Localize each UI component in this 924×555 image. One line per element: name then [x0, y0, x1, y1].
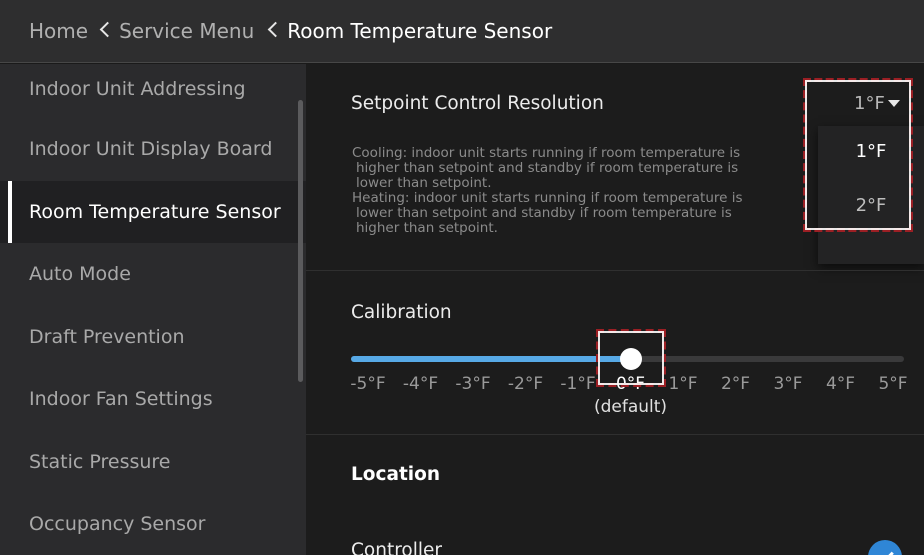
setpoint-title: Setpoint Control Resolution: [351, 93, 604, 114]
breadcrumb-current-page: Room Temperature Sensor: [287, 19, 553, 43]
chevron-left-icon: [99, 21, 116, 37]
calibration-tick-label: 2°F: [720, 374, 751, 394]
breadcrumb-home[interactable]: Home: [29, 19, 88, 43]
sidebar: Indoor Unit Addressing Indoor Unit Displ…: [0, 64, 306, 555]
sidebar-scrollbar[interactable]: [298, 100, 303, 382]
sidebar-item-indoor-fan-settings[interactable]: Indoor Fan Settings: [0, 368, 306, 431]
calibration-tick-label: 5°F: [878, 374, 908, 394]
checkmark-icon[interactable]: [868, 540, 902, 555]
calibration-tick-label: -3°F: [455, 374, 491, 394]
calibration-tick-label: -4°F: [402, 374, 439, 394]
calibration-tick-label: 1°F: [668, 374, 698, 394]
calibration-slider-fill: [351, 356, 631, 362]
controller-label: Controller: [351, 540, 443, 555]
sidebar-item-indoor-unit-display-board[interactable]: Indoor Unit Display Board: [0, 118, 306, 181]
highlight-box-dropdown: [803, 78, 913, 232]
calibration-default-note: (default): [593, 397, 668, 417]
calibration-title: Calibration: [351, 302, 452, 323]
sidebar-item-indoor-unit-addressing[interactable]: Indoor Unit Addressing: [0, 64, 306, 118]
section-divider: [306, 270, 924, 271]
calibration-tick-label: -1°F: [560, 374, 596, 394]
description-line: Heating: indoor unit starts running if r…: [352, 190, 743, 206]
description-line: higher than setpoint and standby if room…: [356, 160, 739, 176]
sidebar-item-static-pressure[interactable]: Static Pressure: [0, 431, 306, 494]
highlight-box-slider: [596, 329, 666, 387]
description-line: higher than setpoint.: [356, 220, 498, 236]
breadcrumb-service-menu[interactable]: Service Menu: [119, 19, 254, 43]
sidebar-item-occupancy-sensor[interactable]: Occupancy Sensor: [0, 493, 306, 555]
calibration-tick-label: 3°F: [773, 374, 803, 394]
app-window: Home Service Menu Room Temperature Senso…: [0, 0, 924, 555]
chevron-left-icon: [267, 21, 284, 37]
location-heading: Location: [351, 464, 441, 485]
setpoint-description: Cooling: indoor unit starts running if r…: [352, 146, 852, 236]
sidebar-item-auto-mode[interactable]: Auto Mode: [0, 243, 306, 306]
sidebar-item-draft-prevention[interactable]: Draft Prevention: [0, 306, 306, 369]
description-line: lower than setpoint and standby if room …: [356, 205, 732, 221]
description-line: lower than setpoint.: [356, 175, 492, 191]
calibration-tick-label: -5°F: [350, 374, 386, 394]
sidebar-item-room-temperature-sensor[interactable]: Room Temperature Sensor: [0, 180, 306, 243]
calibration-tick-label: 4°F: [825, 374, 856, 394]
calibration-tick-label: -2°F: [507, 374, 544, 394]
breadcrumb: Home Service Menu Room Temperature Senso…: [0, 0, 924, 63]
main-panel: Setpoint Control Resolution 1°F Cooling:…: [306, 64, 924, 555]
section-divider: [306, 434, 924, 435]
description-line: Cooling: indoor unit starts running if r…: [352, 145, 741, 161]
